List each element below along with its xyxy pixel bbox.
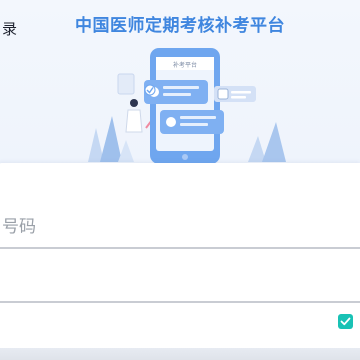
password-field-container <box>0 255 360 303</box>
agreement-checkbox[interactable] <box>338 314 353 329</box>
login-page: 中国医师定期考核补考平台 补考平台 录 号码 <box>0 0 360 360</box>
login-card-heading: 录 <box>2 20 18 38</box>
check-badge-icon <box>144 84 156 96</box>
chat-bubble-2 <box>160 110 224 134</box>
profile-card-decoration <box>214 86 256 102</box>
phone-illustration: 补考平台 <box>150 48 220 164</box>
right-plant-decoration <box>248 122 286 162</box>
document-decoration <box>117 73 135 95</box>
bottom-shadow <box>0 348 360 360</box>
checkmark-icon <box>340 317 351 326</box>
hero-illustration: 补考平台 <box>88 48 286 164</box>
page-title: 中国医师定期考核补考平台 <box>75 16 285 36</box>
phone-screen-label: 补考平台 <box>173 61 197 69</box>
account-field-container <box>0 205 360 249</box>
account-input[interactable] <box>0 213 332 241</box>
password-input[interactable] <box>0 263 332 291</box>
